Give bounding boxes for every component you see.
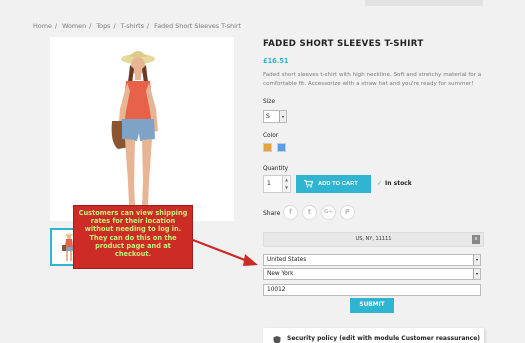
size-select[interactable]: S ▾: [263, 110, 287, 123]
cart-icon: [304, 180, 313, 188]
quantity-stepper[interactable]: ▲ ▼: [282, 175, 291, 193]
model-figure: [111, 51, 158, 212]
googleplus-icon[interactable]: G+: [321, 205, 336, 220]
color-swatch-blue[interactable]: [277, 143, 286, 152]
breadcrumb-tops[interactable]: Tops: [96, 22, 110, 30]
breadcrumb-tshirts[interactable]: T-shirts: [121, 22, 144, 30]
twitter-icon[interactable]: t: [302, 205, 317, 220]
size-label: Size: [263, 99, 275, 105]
reassurance-text: Security policy (edit with module Custom…: [287, 335, 481, 342]
color-swatch-orange[interactable]: [263, 143, 272, 152]
product-description: Faded short sleeves t-shirt with high ne…: [263, 72, 482, 87]
breadcrumb: Home / Women / Tops / T-shirts / Faded Short…: [33, 22, 242, 30]
stock-status: ✓ In stock: [377, 180, 412, 187]
select-arrow-icon: ▾: [473, 255, 480, 265]
breadcrumb-women[interactable]: Women: [62, 22, 86, 30]
facebook-icon[interactable]: f: [283, 205, 298, 220]
chevron-down-icon[interactable]: ▼: [283, 184, 290, 192]
select-arrow-icon: ▾: [473, 269, 480, 279]
breadcrumb-home[interactable]: Home: [33, 22, 52, 30]
check-icon: ✓: [377, 180, 383, 187]
product-title: FADED SHORT SLEEVES T-SHIRT: [263, 39, 424, 49]
shield-icon: [273, 336, 281, 343]
reassurance-block: Security policy (edit with module Custom…: [263, 328, 484, 343]
country-value: United States: [267, 257, 307, 263]
size-value: S: [266, 113, 270, 120]
add-to-cart-label: ADD TO CART: [318, 181, 358, 187]
submit-button[interactable]: SUBMIT: [350, 298, 394, 313]
annotation-callout: Customers can view shipping rates for th…: [73, 205, 193, 269]
state-select[interactable]: New York ▾: [263, 268, 481, 280]
product-main-image[interactable]: [50, 37, 234, 221]
product-price: £16.51: [263, 57, 289, 65]
close-icon[interactable]: x: [472, 235, 480, 244]
stock-label: In stock: [385, 180, 412, 187]
add-to-cart-button[interactable]: ADD TO CART: [296, 175, 371, 193]
select-arrow-icon: ▾: [279, 111, 286, 122]
state-value: New York: [267, 271, 294, 277]
top-strip: [365, 0, 483, 6]
quantity-label: Quantity: [263, 166, 289, 172]
share-label: Share: [263, 210, 281, 217]
color-label: Color: [263, 133, 279, 139]
country-select[interactable]: United States ▾: [263, 254, 481, 266]
zip-input[interactable]: 10012: [263, 284, 481, 296]
chevron-up-icon[interactable]: ▲: [283, 176, 290, 184]
pinterest-icon[interactable]: P: [340, 205, 355, 220]
breadcrumb-current: Faded Short Sleeves T-shirt: [154, 22, 242, 30]
shipping-estimate-summary: US, NY, 11111 x: [263, 232, 484, 247]
shipping-summary-text: US, NY, 11111: [355, 236, 392, 242]
